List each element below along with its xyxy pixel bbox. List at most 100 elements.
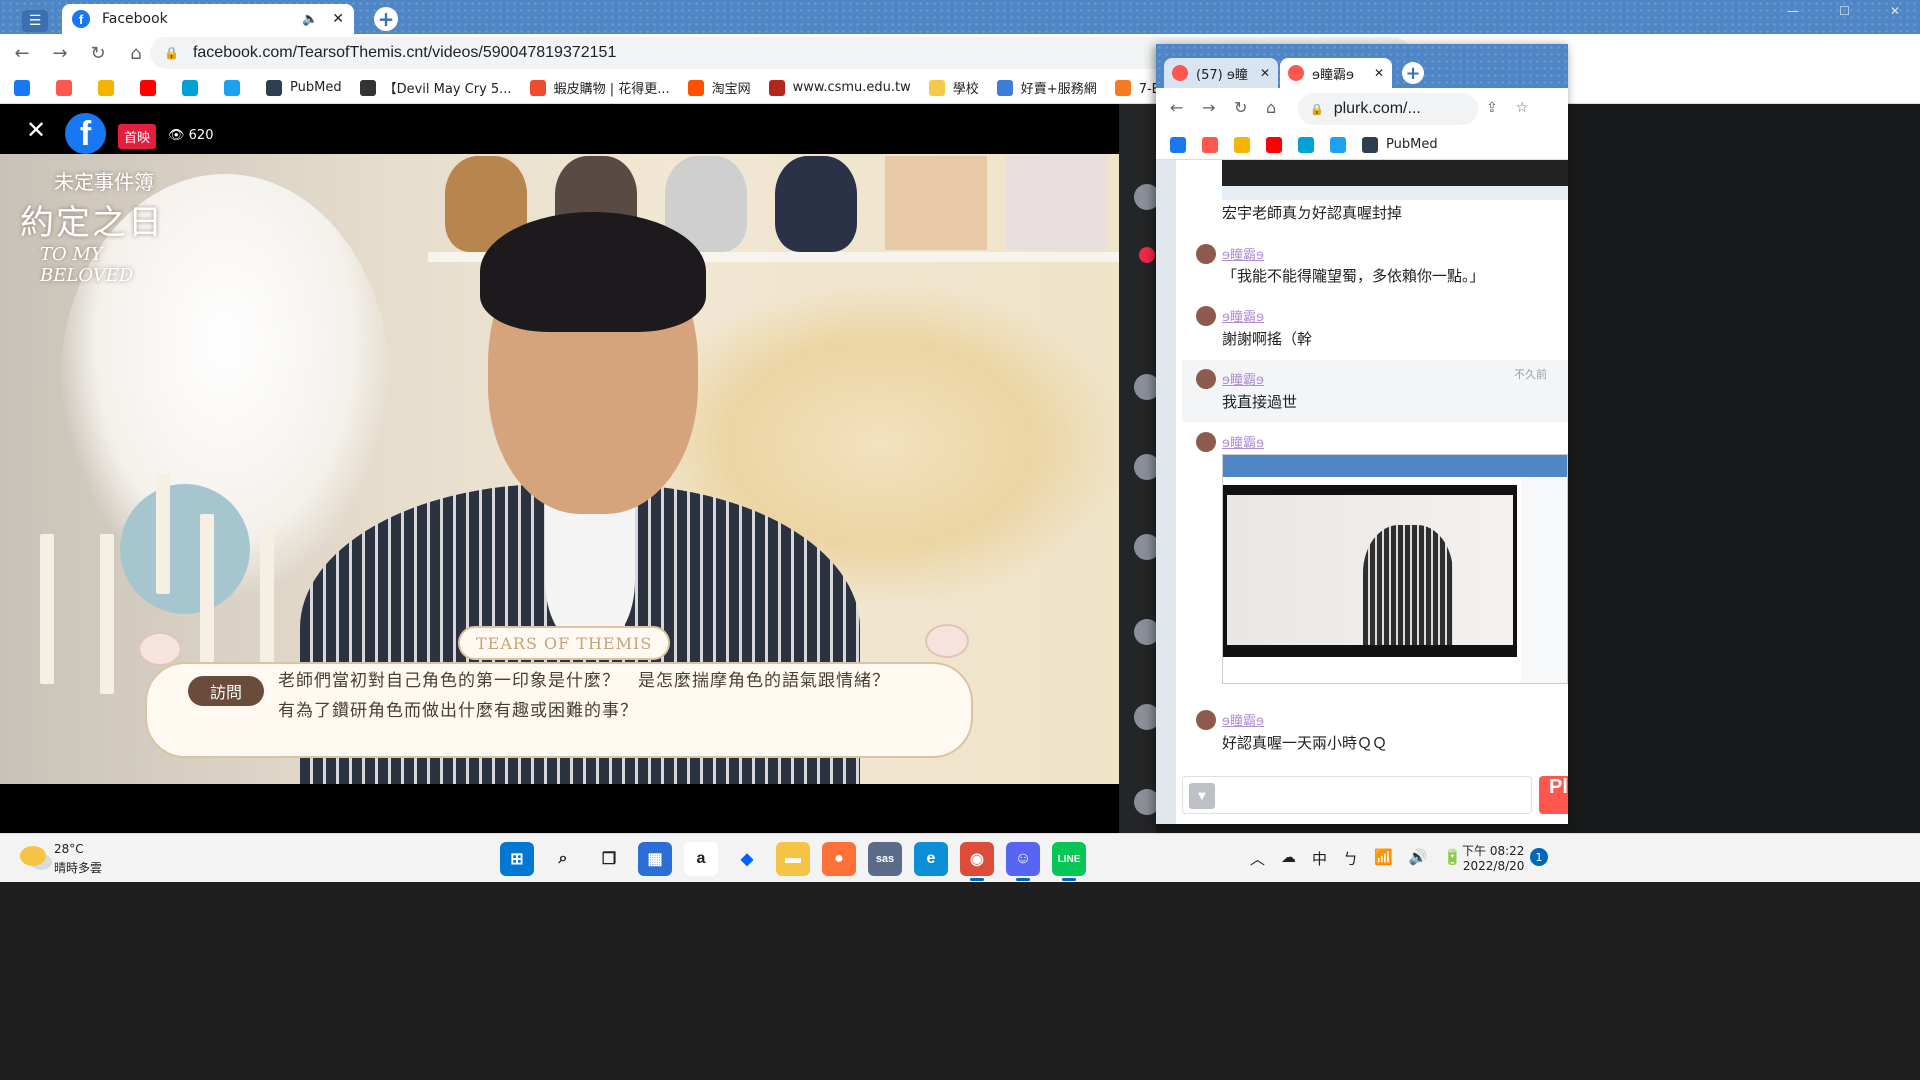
popup-tab-1[interactable]: (57) ɘ瞳 ✕ bbox=[1164, 58, 1278, 88]
screenshot-thumbnail[interactable] bbox=[1222, 160, 1568, 200]
bookmark-item[interactable]: 蝦皮購物 | 花得更... bbox=[529, 78, 670, 97]
bookmark-item[interactable] bbox=[98, 79, 122, 96]
bilibili-icon[interactable] bbox=[1298, 136, 1314, 153]
share-icon[interactable]: ⇪ bbox=[1486, 100, 1498, 116]
chrome-icon[interactable]: ◉ bbox=[960, 842, 994, 881]
shop-icon bbox=[996, 79, 1013, 96]
user-avatar[interactable] bbox=[1196, 306, 1216, 326]
sas-icon[interactable]: sas bbox=[868, 842, 902, 876]
tab-facebook[interactable]: f Facebook 🔈 ✕ bbox=[62, 4, 354, 34]
pubmed-icon[interactable] bbox=[1362, 136, 1378, 153]
bookmark-icon[interactable] bbox=[1234, 136, 1250, 153]
popup-tab-2[interactable]: ɘ瞳霸ɘ ✕ bbox=[1280, 58, 1392, 88]
close-video-icon[interactable]: ✕ bbox=[26, 116, 46, 144]
chevron-up-icon[interactable]: ︿ bbox=[1250, 848, 1265, 869]
lock-icon[interactable]: 🔒 bbox=[164, 46, 179, 60]
response-user[interactable]: ɘ瞳霸ɘ bbox=[1222, 369, 1264, 388]
response-user[interactable]: ɘ瞳霸ɘ bbox=[1222, 432, 1264, 451]
ime-mode-icon[interactable]: ㄅ bbox=[1343, 848, 1358, 869]
plurk-favicon-icon bbox=[1172, 65, 1188, 81]
store-icon[interactable]: ▦ bbox=[638, 842, 672, 876]
minimize-icon[interactable]: — bbox=[1787, 4, 1799, 18]
close-tab-icon[interactable]: ✕ bbox=[1374, 66, 1384, 80]
amazon-icon[interactable]: a bbox=[684, 842, 718, 876]
youtube-icon[interactable] bbox=[1266, 136, 1282, 153]
bookmark-pubmed[interactable]: PubMed bbox=[1386, 137, 1438, 152]
weather-temperature[interactable]: 28°C bbox=[54, 842, 84, 856]
bookmark-item[interactable]: 好賣+服務網 bbox=[996, 78, 1097, 97]
forward-icon[interactable]: → bbox=[1202, 98, 1215, 117]
forward-icon[interactable]: → bbox=[44, 37, 76, 69]
weather-icon[interactable] bbox=[20, 846, 46, 866]
new-tab-button[interactable]: + bbox=[374, 7, 398, 31]
bookmark-item[interactable] bbox=[14, 79, 38, 96]
weather-description[interactable]: 晴時多雲 bbox=[54, 859, 102, 876]
star-icon[interactable]: ☆ bbox=[1516, 100, 1529, 116]
user-avatar[interactable] bbox=[1196, 244, 1216, 264]
bookmark-item[interactable] bbox=[140, 79, 164, 96]
close-tab-icon[interactable]: ✕ bbox=[332, 11, 344, 27]
bookmark-item[interactable] bbox=[56, 79, 80, 96]
response-user[interactable]: ɘ瞳霸ɘ bbox=[1222, 306, 1264, 325]
task-view-icon[interactable]: ❐ bbox=[592, 842, 626, 876]
home-icon[interactable]: ⌂ bbox=[120, 37, 152, 69]
video-top-bar: ✕ f 首映 👁 620 bbox=[0, 104, 1119, 154]
close-window-icon[interactable]: ✕ bbox=[1890, 4, 1900, 18]
taskbar-apps: ⊞ ⌕ ❐ ▦ a ◆ ▬ ● sas e ◉ ☺ LINE bbox=[500, 842, 1086, 881]
onedrive-icon[interactable]: ☁ bbox=[1281, 848, 1296, 869]
bookmark-item[interactable]: 學校 bbox=[928, 78, 979, 97]
send-button[interactable]: Pl bbox=[1539, 776, 1568, 814]
response-user[interactable]: ɘ瞳霸ɘ bbox=[1222, 244, 1264, 263]
facebook-logo-icon[interactable]: f bbox=[65, 113, 106, 154]
firefox-icon[interactable]: ● bbox=[822, 842, 856, 876]
tab-title: Facebook bbox=[102, 11, 168, 27]
user-avatar[interactable] bbox=[1196, 710, 1216, 730]
file-explorer-icon[interactable]: ▬ bbox=[776, 842, 810, 876]
start-icon[interactable]: ⊞ bbox=[500, 842, 534, 876]
search-icon[interactable]: ⌕ bbox=[546, 842, 580, 876]
ime-indicator[interactable]: 中 bbox=[1312, 848, 1327, 869]
video-player[interactable]: 未定事件簿 約定之日 TO MY BELOVED TEARS OF THEMIS… bbox=[0, 154, 1119, 784]
popup-address-bar[interactable]: 🔒 plurk.com/... bbox=[1298, 93, 1478, 125]
line-icon[interactable]: LINE bbox=[1052, 842, 1086, 881]
taobao-icon bbox=[687, 79, 704, 96]
battery-icon[interactable]: 🔋 bbox=[1443, 848, 1462, 869]
user-avatar[interactable] bbox=[1196, 432, 1216, 452]
plurk-icon[interactable] bbox=[1202, 136, 1218, 153]
bookmark-item[interactable] bbox=[182, 79, 206, 96]
back-icon[interactable]: ← bbox=[6, 37, 38, 69]
new-tab-button[interactable]: + bbox=[1402, 62, 1424, 84]
lock-icon[interactable]: 🔒 bbox=[1310, 103, 1324, 116]
reload-icon[interactable]: ↻ bbox=[1234, 98, 1247, 117]
response-user[interactable]: ɘ瞳霸ɘ bbox=[1222, 710, 1264, 729]
seven-eleven-icon bbox=[1114, 79, 1131, 96]
bookmark-item[interactable] bbox=[224, 79, 248, 96]
wifi-icon[interactable]: 📶 bbox=[1374, 848, 1393, 869]
back-icon[interactable]: ← bbox=[1170, 98, 1183, 117]
screenshot-thumbnail[interactable] bbox=[1222, 454, 1568, 684]
facebook-icon[interactable] bbox=[1170, 136, 1186, 153]
notification-badge[interactable]: 1 bbox=[1530, 848, 1548, 866]
close-tab-icon[interactable]: ✕ bbox=[1260, 66, 1270, 80]
heart-reaction-icon[interactable] bbox=[1139, 247, 1155, 263]
maximize-icon[interactable]: ☐ bbox=[1839, 4, 1850, 18]
response-input[interactable]: ▼ bbox=[1182, 776, 1532, 814]
speaker-icon[interactable]: 🔈 bbox=[302, 12, 318, 27]
reload-icon[interactable]: ↻ bbox=[82, 37, 114, 69]
tab-search-icon[interactable]: ☰ bbox=[22, 10, 48, 32]
discord-icon[interactable]: ☺ bbox=[1006, 842, 1040, 881]
dropbox-icon[interactable]: ◆ bbox=[730, 842, 764, 876]
home-icon[interactable]: ⌂ bbox=[1266, 98, 1276, 117]
user-avatar[interactable] bbox=[1196, 369, 1216, 389]
qualifier-dropdown-icon[interactable]: ▼ bbox=[1189, 783, 1215, 809]
volume-icon[interactable]: 🔊 bbox=[1409, 848, 1428, 869]
system-clock[interactable]: 下午 08:22 2022/8/20 bbox=[1462, 842, 1524, 873]
caption-line1: 老師們當初對自己角色的第一印象是什麼？ 是怎麼揣摩角色的語氣跟情緒？ bbox=[278, 671, 890, 691]
bookmark-item[interactable]: 【Devil May Cry 5... bbox=[359, 78, 512, 97]
bookmark-label: PubMed bbox=[290, 80, 342, 95]
bookmark-item[interactable]: PubMed bbox=[266, 79, 342, 96]
edge-icon[interactable]: e bbox=[914, 842, 948, 876]
bookmark-item[interactable]: 淘宝网 bbox=[687, 78, 751, 97]
bookmark-item[interactable]: www.csmu.edu.tw bbox=[768, 79, 911, 96]
twitter-icon[interactable] bbox=[1330, 136, 1346, 153]
